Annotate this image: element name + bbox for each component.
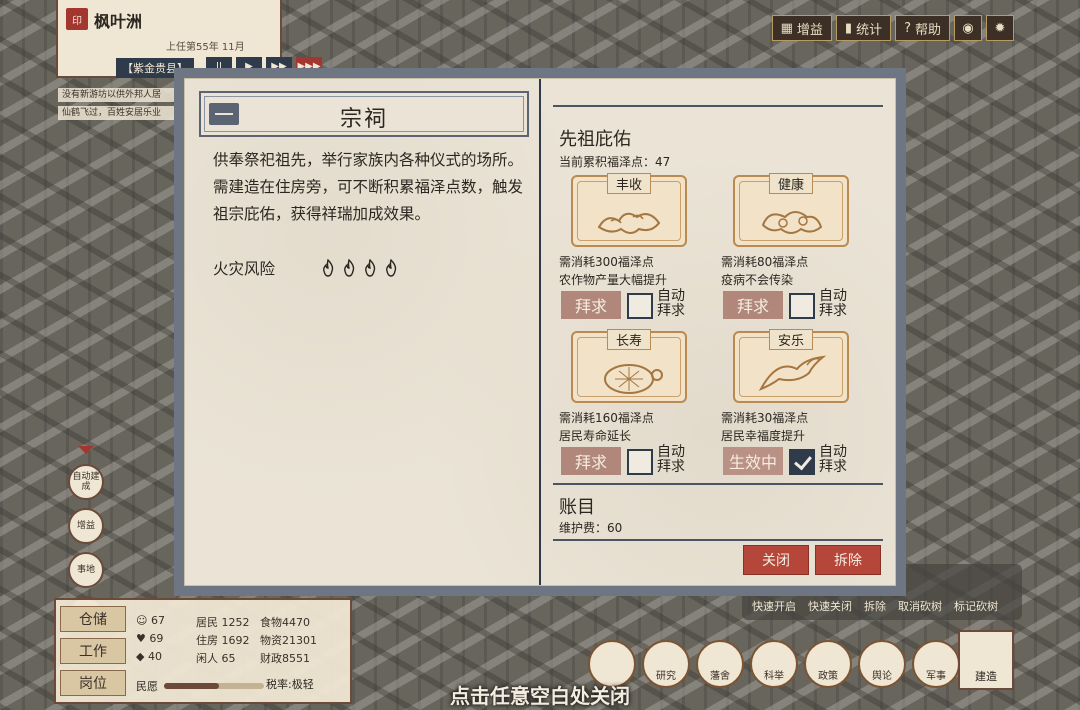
auto-pray-checkbox[interactable] (627, 449, 653, 475)
close-button[interactable]: 关闭 (743, 545, 809, 575)
health-image: 健康 (733, 173, 849, 247)
blessing-card-harvest: 丰收 需消耗300福泽点 农作物产量大幅提升 拜求 自动拜求 (559, 173, 709, 325)
peace-image: 安乐 (733, 329, 849, 403)
building-dialog: 宗祠 供奉祭祀祖先，举行家族内各种仪式的场所。需建造在住房旁，可不断积累福泽点数… (174, 68, 906, 596)
auto-build-button[interactable]: 自动建成 (68, 464, 104, 500)
finance-value: 财政8551 (260, 652, 310, 665)
idle-value: 闲人 65 (196, 652, 236, 665)
blessings-title: 先祖庇佑 (559, 129, 631, 150)
section-rule (553, 105, 883, 107)
flame-icon (323, 259, 334, 277)
demolish-tool-button[interactable]: 拆除 (864, 598, 886, 614)
happiness-value: ☺ 67 (136, 614, 165, 627)
chart-icon: ▮ (844, 20, 853, 36)
auto-pray-label: 自动拜求 (819, 444, 847, 475)
blessing-card-health: 健康 需消耗80福泽点 疫病不会传染 拜求 自动拜求 (721, 173, 871, 325)
residents-value: 居民 1252 (196, 616, 250, 629)
gain-button[interactable]: ▦ 增益 (771, 15, 832, 41)
blessing-cost: 需消耗80福泽点 (721, 255, 809, 269)
blessing-effect: 农作物产量大幅提升 (559, 273, 668, 287)
collapse-caret-icon[interactable] (78, 446, 94, 454)
fire-risk-label: 火灾风险 (213, 260, 276, 278)
gain-icon: ▦ (780, 20, 793, 36)
ledger-title: 账目 (559, 497, 595, 518)
blessing-name: 安乐 (768, 329, 814, 350)
flame-icon (365, 259, 376, 277)
notice-item[interactable]: 仙鹤飞过，百姓安居乐业 (58, 106, 178, 120)
quick-close-button[interactable]: 快速关闭 (808, 598, 852, 614)
pray-button[interactable]: 拜求 (561, 447, 621, 475)
pray-button[interactable]: 拜求 (723, 291, 783, 319)
blessing-points: 当前累积福泽点：47 (559, 155, 671, 169)
tortoise-icon (604, 364, 663, 394)
section-rule (553, 539, 883, 541)
blessing-cost: 需消耗160福泽点 (559, 411, 654, 425)
hearts-value: ♥ 69 (136, 632, 164, 645)
cloud-icon (597, 212, 661, 234)
auto-pray-checkbox[interactable] (789, 449, 815, 475)
land-overlay-button[interactable]: 事地 (68, 552, 104, 588)
city-seal-icon: 印 (66, 8, 88, 30)
gain-label: 增益 (796, 22, 823, 38)
fire-risk-row: 火灾风险 (213, 257, 400, 279)
tab-storage[interactable]: 仓储 (60, 606, 126, 632)
food-value: 食物4470 (260, 616, 310, 629)
blessing-card-longevity: 长寿 需消耗160福泽点 居民寿命延长 拜求 自动拜求 (559, 329, 709, 481)
city-name: 枫叶洲 (94, 12, 143, 31)
auto-pray-checkbox[interactable] (627, 293, 653, 319)
page-divider (539, 79, 541, 585)
active-status-button[interactable]: 生效中 (723, 447, 783, 475)
materials-value: 物资21301 (260, 634, 317, 647)
settings-button[interactable]: ✹ (986, 15, 1014, 41)
demolish-button[interactable]: 拆除 (815, 545, 881, 575)
auto-pray-label: 自动拜求 (657, 444, 685, 475)
longevity-image: 长寿 (571, 329, 687, 403)
question-icon: ? (904, 20, 911, 36)
title-frame: 宗祠 (199, 91, 529, 137)
cancel-chop-button[interactable]: 取消砍树 (898, 598, 942, 614)
blessing-effect: 疫病不会传染 (721, 273, 794, 287)
quick-open-button[interactable]: 快速开启 (752, 598, 796, 614)
blessing-name: 长寿 (606, 329, 652, 350)
building-title: 宗祠 (339, 107, 388, 132)
notice-item[interactable]: 没有新游坊以供外邦人居 (58, 88, 178, 102)
dismiss-hint: 点击任意空白处关闭 (450, 684, 630, 708)
help-label: 帮助 (914, 22, 941, 38)
blessing-effect: 居民寿命延长 (559, 429, 632, 443)
swirl-cloud-icon (761, 211, 823, 234)
top-toolbar: ▦ 增益 ▮ 统计 ? 帮助 ◉ ✹ (771, 15, 1014, 41)
auto-pray-label: 自动拜求 (819, 288, 847, 319)
maintenance-fee: 维护费：60 (559, 521, 623, 535)
crane-icon (758, 355, 827, 391)
flame-icon (344, 259, 355, 277)
blessing-card-peace: 安乐 需消耗30福泽点 居民幸福度提升 生效中 自动拜求 (721, 329, 871, 481)
gear-icon: ✹ (994, 20, 1006, 36)
stats-button[interactable]: ▮ 统计 (835, 15, 892, 41)
view-toggle-button[interactable]: ◉ (954, 15, 982, 41)
help-button[interactable]: ? 帮助 (895, 15, 950, 41)
auto-pray-label: 自动拜求 (657, 288, 685, 319)
blessing-cost: 需消耗300福泽点 (559, 255, 654, 269)
stats-label: 统计 (856, 22, 883, 38)
fire-risk-indicator (319, 259, 400, 277)
tab-work[interactable]: 工作 (60, 638, 126, 664)
blessing-effect: 居民幸福度提升 (721, 429, 806, 443)
mark-chop-button[interactable]: 标记砍树 (954, 598, 998, 614)
eye-icon: ◉ (962, 20, 974, 36)
dialog-paper: 宗祠 供奉祭祀祖先，举行家族内各种仪式的场所。需建造在住房旁，可不断积累福泽点数… (184, 78, 896, 586)
blessing-name: 健康 (768, 173, 814, 194)
auto-pray-checkbox[interactable] (789, 293, 815, 319)
flame-icon (386, 259, 397, 277)
building-description: 供奉祭祀祖先，举行家族内各种仪式的场所。需建造在住房旁，可不断积累福泽点数，触发… (213, 151, 524, 223)
section-rule (553, 483, 883, 485)
tenure-date: 上任第55年 11月 (166, 42, 245, 53)
officials-value: ◆ 40 (136, 650, 162, 663)
blessing-name: 丰收 (606, 173, 652, 194)
blessing-cost: 需消耗30福泽点 (721, 411, 809, 425)
housing-value: 住房 1692 (196, 634, 250, 647)
pray-button[interactable]: 拜求 (561, 291, 621, 319)
city-info-card: 印 枫叶洲 上任第55年 11月 【紫金贵县】 II ▶ ▶▶ ▶▶▶ (56, 0, 322, 78)
harvest-image: 丰收 (571, 173, 687, 247)
gain-overlay-button[interactable]: 增益 (68, 508, 104, 544)
